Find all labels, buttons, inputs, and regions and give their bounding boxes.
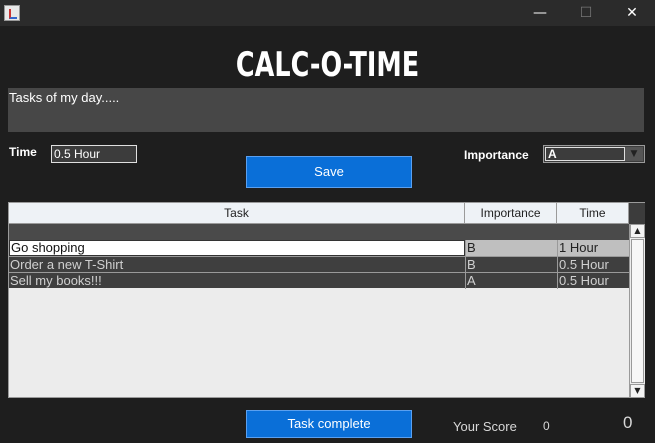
task-complete-button[interactable]: Task complete [246, 410, 412, 438]
importance-cell[interactable]: A [465, 273, 557, 289]
task-cell[interactable]: Order a new T-Shirt [9, 257, 465, 273]
importance-label: Importance [464, 148, 529, 162]
table-row[interactable]: Go shopping B 1 Hour [9, 240, 629, 256]
column-header-importance[interactable]: Importance [465, 203, 557, 223]
importance-cell[interactable]: B [465, 257, 557, 273]
maximize-button[interactable]: ☐ [563, 0, 609, 26]
column-header-task[interactable]: Task [9, 203, 465, 223]
time-cell[interactable]: 0.5 Hour [557, 257, 629, 273]
time-input[interactable] [51, 145, 137, 163]
time-label: Time [9, 145, 37, 159]
task-description-input[interactable]: Tasks of my day..... [8, 88, 644, 132]
table-scrollbar[interactable]: ▲ ▼ [629, 224, 645, 398]
importance-selected-value: A [545, 147, 625, 161]
table-header: Task Importance Time [9, 203, 629, 224]
window-titlebar[interactable]: — ☐ ✕ [0, 0, 655, 26]
task-cell[interactable]: Sell my books!!! [9, 273, 465, 289]
save-button[interactable]: Save [246, 156, 412, 188]
minimize-button[interactable]: — [517, 0, 563, 26]
table-row[interactable]: Order a new T-Shirt B 0.5 Hour [9, 256, 629, 273]
score-label: Your Score [453, 419, 517, 434]
table-row[interactable]: Sell my books!!! A 0.5 Hour [9, 272, 629, 289]
importance-cell[interactable]: B [465, 240, 557, 256]
table-corner [629, 203, 645, 224]
column-header-time[interactable]: Time [557, 203, 629, 223]
task-table: Task Importance Time Go shopping B 1 Hou… [8, 202, 645, 398]
time-cell[interactable]: 1 Hour [557, 240, 629, 256]
time-cell[interactable]: 0.5 Hour [557, 273, 629, 289]
scroll-up-icon[interactable]: ▲ [630, 224, 645, 238]
task-cell[interactable]: Go shopping [9, 240, 465, 256]
java-app-icon [4, 5, 20, 21]
importance-combobox[interactable]: A ▼ [543, 145, 645, 163]
close-button[interactable]: ✕ [609, 0, 655, 26]
app-title: CALC-O-TIME [235, 45, 420, 85]
table-row[interactable] [9, 224, 629, 240]
score-total: 0 [623, 413, 633, 432]
scrollbar-thumb[interactable] [631, 239, 644, 383]
scroll-down-icon[interactable]: ▼ [630, 384, 645, 398]
score-value: 0 [543, 419, 550, 433]
chevron-down-icon[interactable]: ▼ [625, 147, 643, 161]
